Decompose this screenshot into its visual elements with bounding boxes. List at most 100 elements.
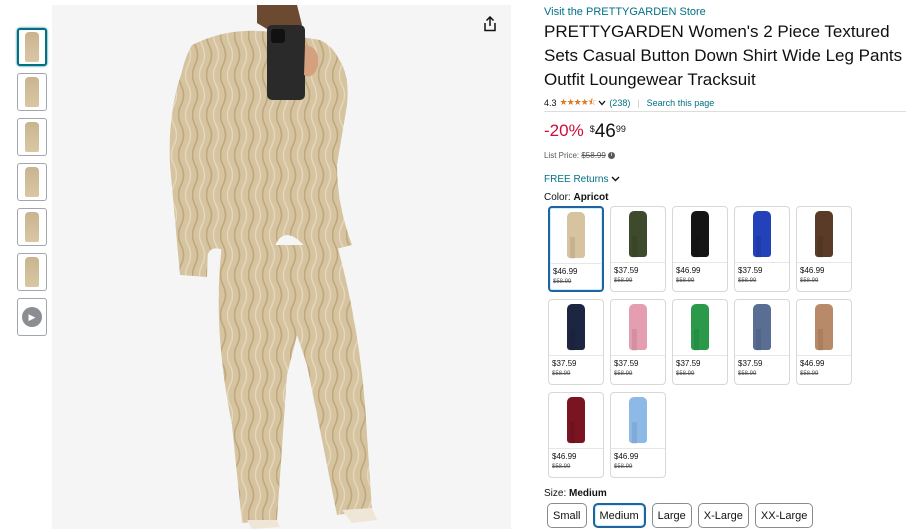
divider xyxy=(797,262,851,263)
swatch-price: $46.99 xyxy=(553,267,578,276)
share-icon xyxy=(484,16,496,32)
thumbnail-image xyxy=(25,122,39,152)
store-link[interactable]: Visit the PRETTYGARDEN Store xyxy=(544,6,706,18)
divider xyxy=(550,263,602,264)
swatch-price: $37.59 xyxy=(552,359,577,368)
swatch-image xyxy=(549,300,603,354)
size-option-x-large[interactable]: X-Large xyxy=(697,503,749,528)
size-label: Size: Medium xyxy=(544,488,607,499)
chevron-down-icon xyxy=(611,176,620,182)
image-thumbnail[interactable] xyxy=(17,73,47,111)
image-thumbnail[interactable] xyxy=(17,208,47,246)
swatch-image xyxy=(611,300,665,354)
swatch-old-price: $58.99 xyxy=(552,464,571,470)
swatch-old-price: $58.99 xyxy=(800,278,819,284)
swatch-old-price: $58.99 xyxy=(738,371,757,377)
swatch-price: $37.59 xyxy=(738,359,763,368)
color-label-text: Color: xyxy=(544,192,571,203)
thumbnail-image xyxy=(25,167,39,197)
info-icon[interactable]: i xyxy=(608,152,616,160)
divider xyxy=(549,355,603,356)
swatch-old-price: $58.99 xyxy=(800,371,819,377)
swatch-price: $37.59 xyxy=(614,359,639,368)
divider xyxy=(611,448,665,449)
divider xyxy=(735,262,789,263)
image-thumbnail[interactable] xyxy=(17,118,47,156)
swatch-image xyxy=(550,208,602,262)
list-price-label: List Price: xyxy=(544,151,580,160)
swatch-image xyxy=(735,300,789,354)
color-swatch[interactable]: $46.99 $58.99 xyxy=(548,392,604,478)
main-product-image[interactable] xyxy=(52,5,511,529)
free-returns-link[interactable]: FREE Returns xyxy=(544,174,620,185)
color-swatch[interactable]: $37.59 $58.99 xyxy=(672,299,728,385)
divider xyxy=(797,355,851,356)
swatch-price: $46.99 xyxy=(800,359,825,368)
list-price-value: $58.99 xyxy=(581,151,606,160)
color-swatch[interactable]: $37.59 $58.99 xyxy=(734,299,790,385)
divider xyxy=(673,262,727,263)
image-thumbnail[interactable] xyxy=(17,253,47,291)
product-photo xyxy=(52,5,511,529)
share-button[interactable] xyxy=(478,12,502,36)
review-count-link[interactable]: (238) xyxy=(609,98,630,108)
color-swatch[interactable]: $46.99 $58.99 xyxy=(610,392,666,478)
size-option-small[interactable]: Small xyxy=(547,503,587,528)
divider xyxy=(611,355,665,356)
swatch-old-price: $58.99 xyxy=(676,371,695,377)
selected-size: Medium xyxy=(569,488,607,499)
size-option-medium[interactable]: Medium xyxy=(592,503,646,528)
divider xyxy=(544,111,906,112)
selected-color: Apricot xyxy=(573,192,609,203)
price-fraction: 99 xyxy=(615,124,626,134)
size-option-xx-large[interactable]: XX-Large xyxy=(754,503,814,528)
color-swatch[interactable]: $46.99 $58.99 xyxy=(796,299,852,385)
swatch-image xyxy=(735,207,789,261)
thumbnail-strip: ▶ xyxy=(17,28,47,343)
color-swatch[interactable]: $37.59 $58.99 xyxy=(610,206,666,292)
swatch-price: $46.99 xyxy=(676,266,701,275)
color-label: Color: Apricot xyxy=(544,192,608,203)
size-option-large[interactable]: Large xyxy=(651,503,692,528)
thumbnail-image xyxy=(25,257,39,287)
swatch-old-price: $58.99 xyxy=(676,278,695,284)
rating-row: 4.3 ★★★★⯪ (238) | Search this page xyxy=(544,95,714,111)
swatch-old-price: $58.99 xyxy=(614,464,633,470)
video-thumbnail[interactable]: ▶ xyxy=(17,298,47,336)
color-swatch[interactable]: $37.59 $58.99 xyxy=(734,206,790,292)
swatch-old-price: $58.99 xyxy=(614,371,633,377)
color-swatch[interactable]: $46.99 $58.99 xyxy=(672,206,728,292)
thumbnail-image xyxy=(25,212,39,242)
divider xyxy=(549,448,603,449)
list-price: List Price: $58.99 i xyxy=(544,151,616,160)
discount-percent: -20% xyxy=(544,121,584,140)
swatch-price: $46.99 xyxy=(552,452,577,461)
swatch-price: $37.59 xyxy=(676,359,701,368)
color-swatch[interactable]: $37.59 $58.99 xyxy=(610,299,666,385)
color-swatch[interactable]: $37.59 $58.99 xyxy=(548,299,604,385)
chevron-down-icon[interactable] xyxy=(598,100,606,106)
swatch-old-price: $58.99 xyxy=(614,278,633,284)
search-this-page-link[interactable]: Search this page xyxy=(647,98,715,108)
free-returns-label: FREE Returns xyxy=(544,174,609,185)
swatch-image xyxy=(611,207,665,261)
swatch-image xyxy=(549,393,603,447)
divider xyxy=(735,355,789,356)
swatch-image xyxy=(673,207,727,261)
swatch-image xyxy=(611,393,665,447)
image-thumbnail[interactable] xyxy=(17,28,47,66)
rating-value: 4.3 xyxy=(544,98,557,108)
swatch-price: $37.59 xyxy=(614,266,639,275)
color-swatch[interactable]: $46.99 $58.99 xyxy=(796,206,852,292)
star-rating-icon[interactable]: ★★★★⯪ xyxy=(560,95,597,111)
thumbnail-image xyxy=(25,32,39,62)
image-thumbnail[interactable] xyxy=(17,163,47,201)
price-whole: 46 xyxy=(594,121,616,142)
size-label-text: Size: xyxy=(544,488,567,499)
divider xyxy=(673,355,727,356)
product-title: PRETTYGARDEN Women's 2 Piece Textured Se… xyxy=(544,22,903,89)
separator: | xyxy=(637,98,640,108)
swatch-old-price: $58.99 xyxy=(738,278,757,284)
color-swatch[interactable]: $46.99 $58.99 xyxy=(548,206,604,292)
divider xyxy=(611,262,665,263)
